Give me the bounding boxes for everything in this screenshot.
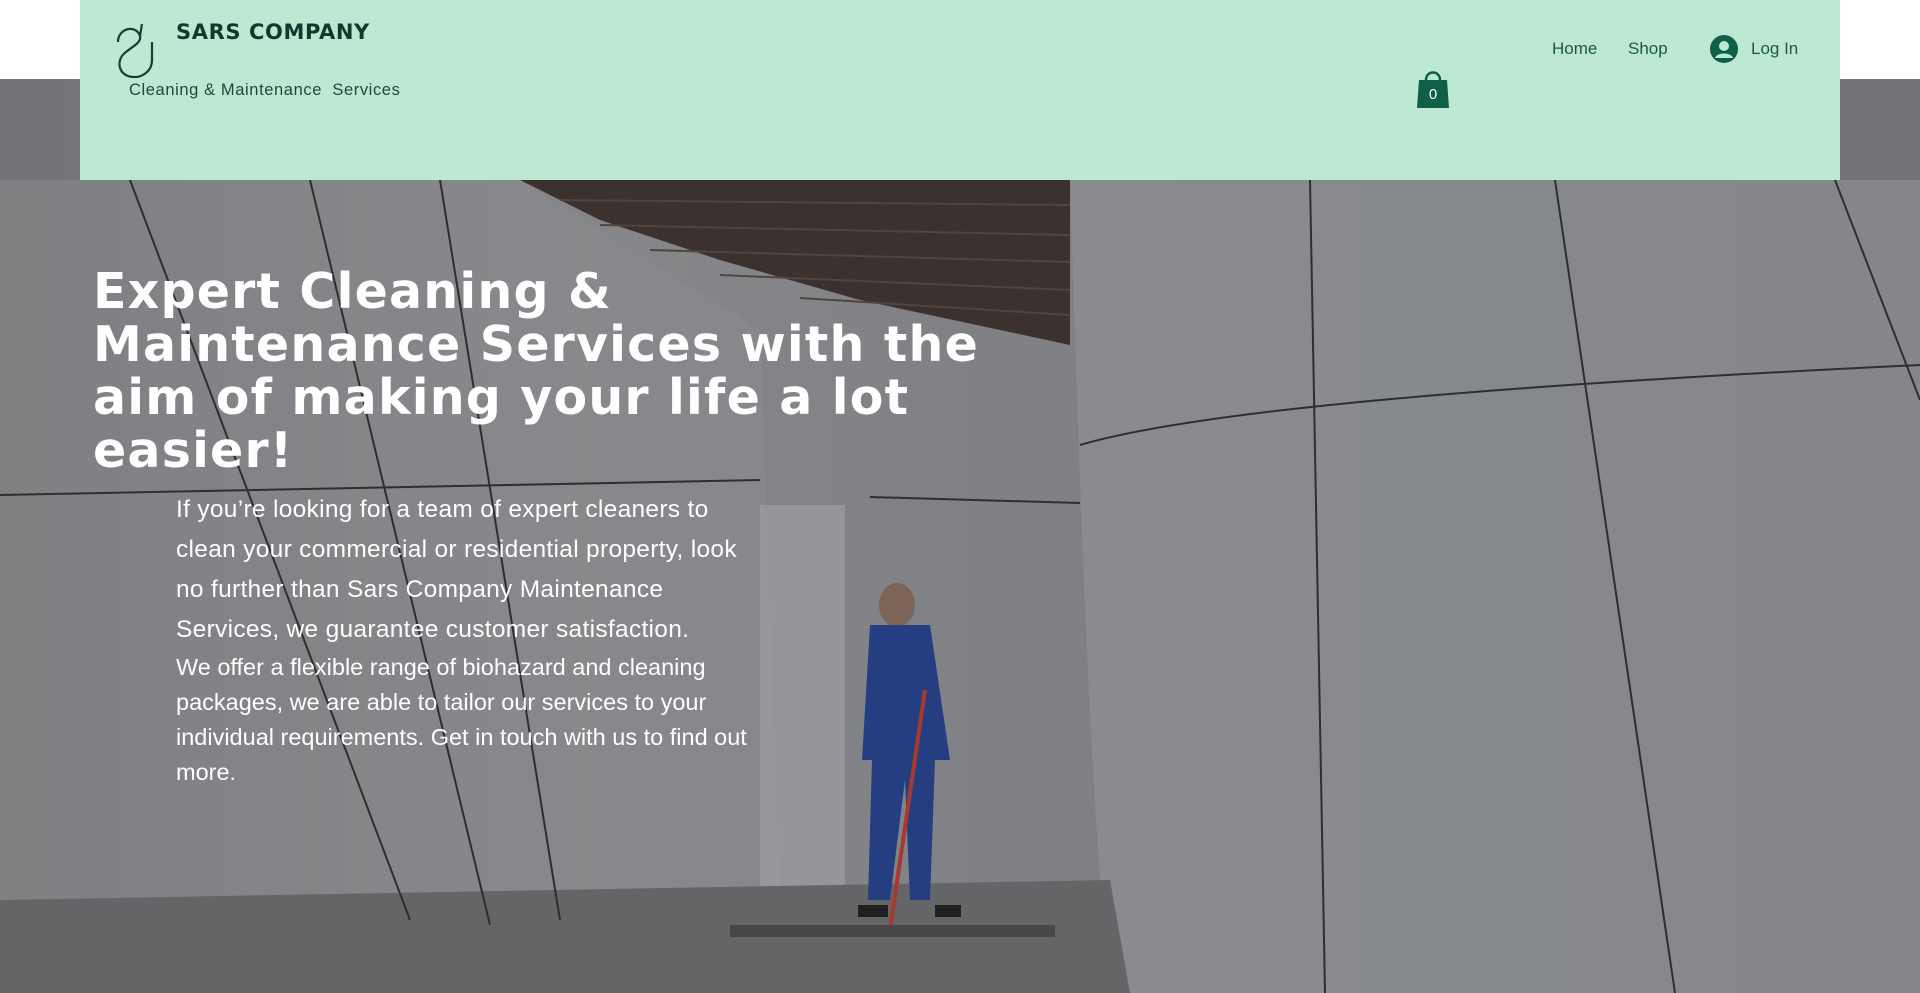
hero-services-paragraph: We offer a flexible range of biohazard a… [176,654,747,785]
login-button[interactable]: Log In [1710,34,1798,64]
cart-button[interactable]: 0 [1416,66,1450,110]
site-header: SARS COMPANY Cleaning & Maintenance Serv… [80,0,1840,180]
leaf-logo-icon[interactable] [114,22,156,78]
cart-count: 0 [1428,86,1438,103]
nav-home-link[interactable]: Home [1552,39,1597,59]
user-avatar-icon [1710,35,1738,63]
brand-tagline: Cleaning & Maintenance Services [129,81,401,99]
nav-shop-link[interactable]: Shop [1628,39,1668,59]
login-label: Log In [1751,39,1799,58]
brand-name[interactable]: SARS COMPANY [176,20,370,44]
hero-intro-paragraph: If you’re looking for a team of expert c… [176,496,737,643]
hero-headline: Expert Cleaning & Maintenance Services w… [93,263,980,479]
